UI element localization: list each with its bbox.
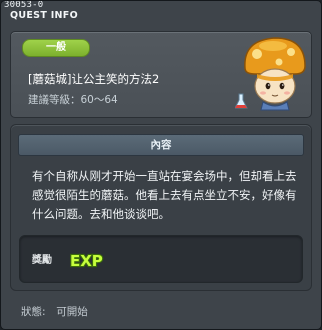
quest-code: 30053-0 (4, 0, 44, 10)
content-header: 內容 (18, 134, 304, 156)
recommended-level: 建議等級：60～64 (28, 94, 118, 106)
window-title: QUEST INFO (10, 10, 78, 21)
reward-label: 獎勵 (32, 255, 52, 266)
status-value: 可開始 (56, 306, 88, 318)
content-header-label: 內容 (150, 139, 172, 151)
quest-description: 有个自称从刚才开始一直站在宴会场中，但却看上去感觉很陌生的蘑菇。他看上去有点坐立… (32, 169, 297, 221)
status-line: 狀態: 可開始 (21, 304, 88, 319)
exp-reward-icon[interactable]: EXP (68, 244, 108, 274)
reward-box: 獎勵 EXP (19, 235, 303, 283)
exp-reward-text: EXP (70, 252, 103, 270)
title-bar[interactable]: 30053-0 QUEST INFO (1, 1, 321, 23)
status-label: 狀態: (21, 306, 46, 318)
mushroom-npc-icon (235, 37, 306, 111)
quest-header-panel: 一般 [蘑菇城]让公主笑的方法2 建議等級：60～64 (10, 31, 312, 118)
category-badge: 一般 (22, 39, 90, 57)
quest-content-panel: 內容 有个自称从刚才开始一直站在宴会场中，但却看上去感觉很陌生的蘑菇。他看上去有… (10, 124, 312, 291)
quest-name: [蘑菇城]让公主笑的方法2 (28, 72, 160, 86)
quest-info-window: 30053-0 QUEST INFO 一般 [蘑菇城]让公主笑的方法2 建議等級… (0, 0, 322, 330)
